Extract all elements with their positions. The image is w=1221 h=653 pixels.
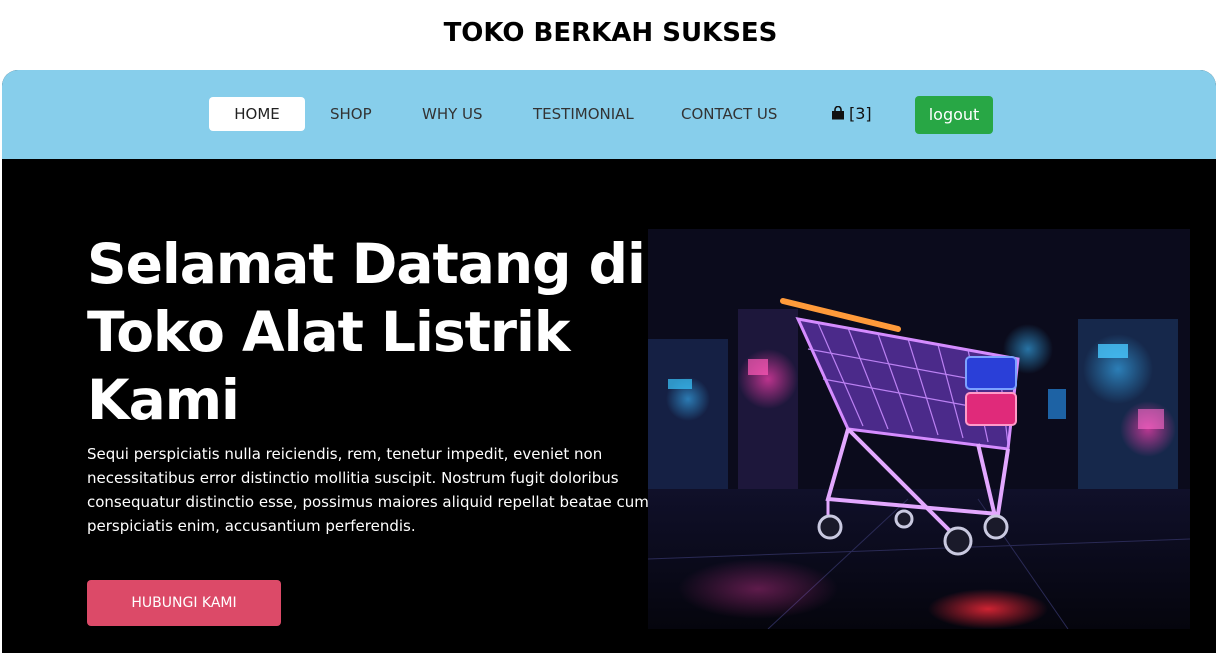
cart-link[interactable]: [3] [831,97,872,131]
hero-title: Selamat Datang di Toko Alat Listrik Kami [87,232,646,432]
contact-us-button[interactable]: HUBUNGI KAMI [87,580,281,626]
page-wrapper: HOME SHOP WHY US TESTIMONIAL CONTACT US … [2,70,1216,653]
nav-why-us[interactable]: WHY US [422,97,483,131]
navbar: HOME SHOP WHY US TESTIMONIAL CONTACT US … [2,70,1216,159]
nav-shop[interactable]: SHOP [330,97,372,131]
cart-count: [3] [849,104,872,123]
nav-testimonial[interactable]: TESTIMONIAL [533,97,634,131]
neon-shopping-cart-image [648,229,1190,629]
logout-button[interactable]: logout [915,96,993,134]
nav-contact-us[interactable]: CONTACT US [681,97,777,131]
shopping-bag-icon [832,106,844,120]
nav-home[interactable]: HOME [209,97,305,131]
site-title: TOKO BERKAH SUKSES [443,18,778,48]
hero-text: Sequi perspiciatis nulla reiciendis, rem… [87,445,654,535]
